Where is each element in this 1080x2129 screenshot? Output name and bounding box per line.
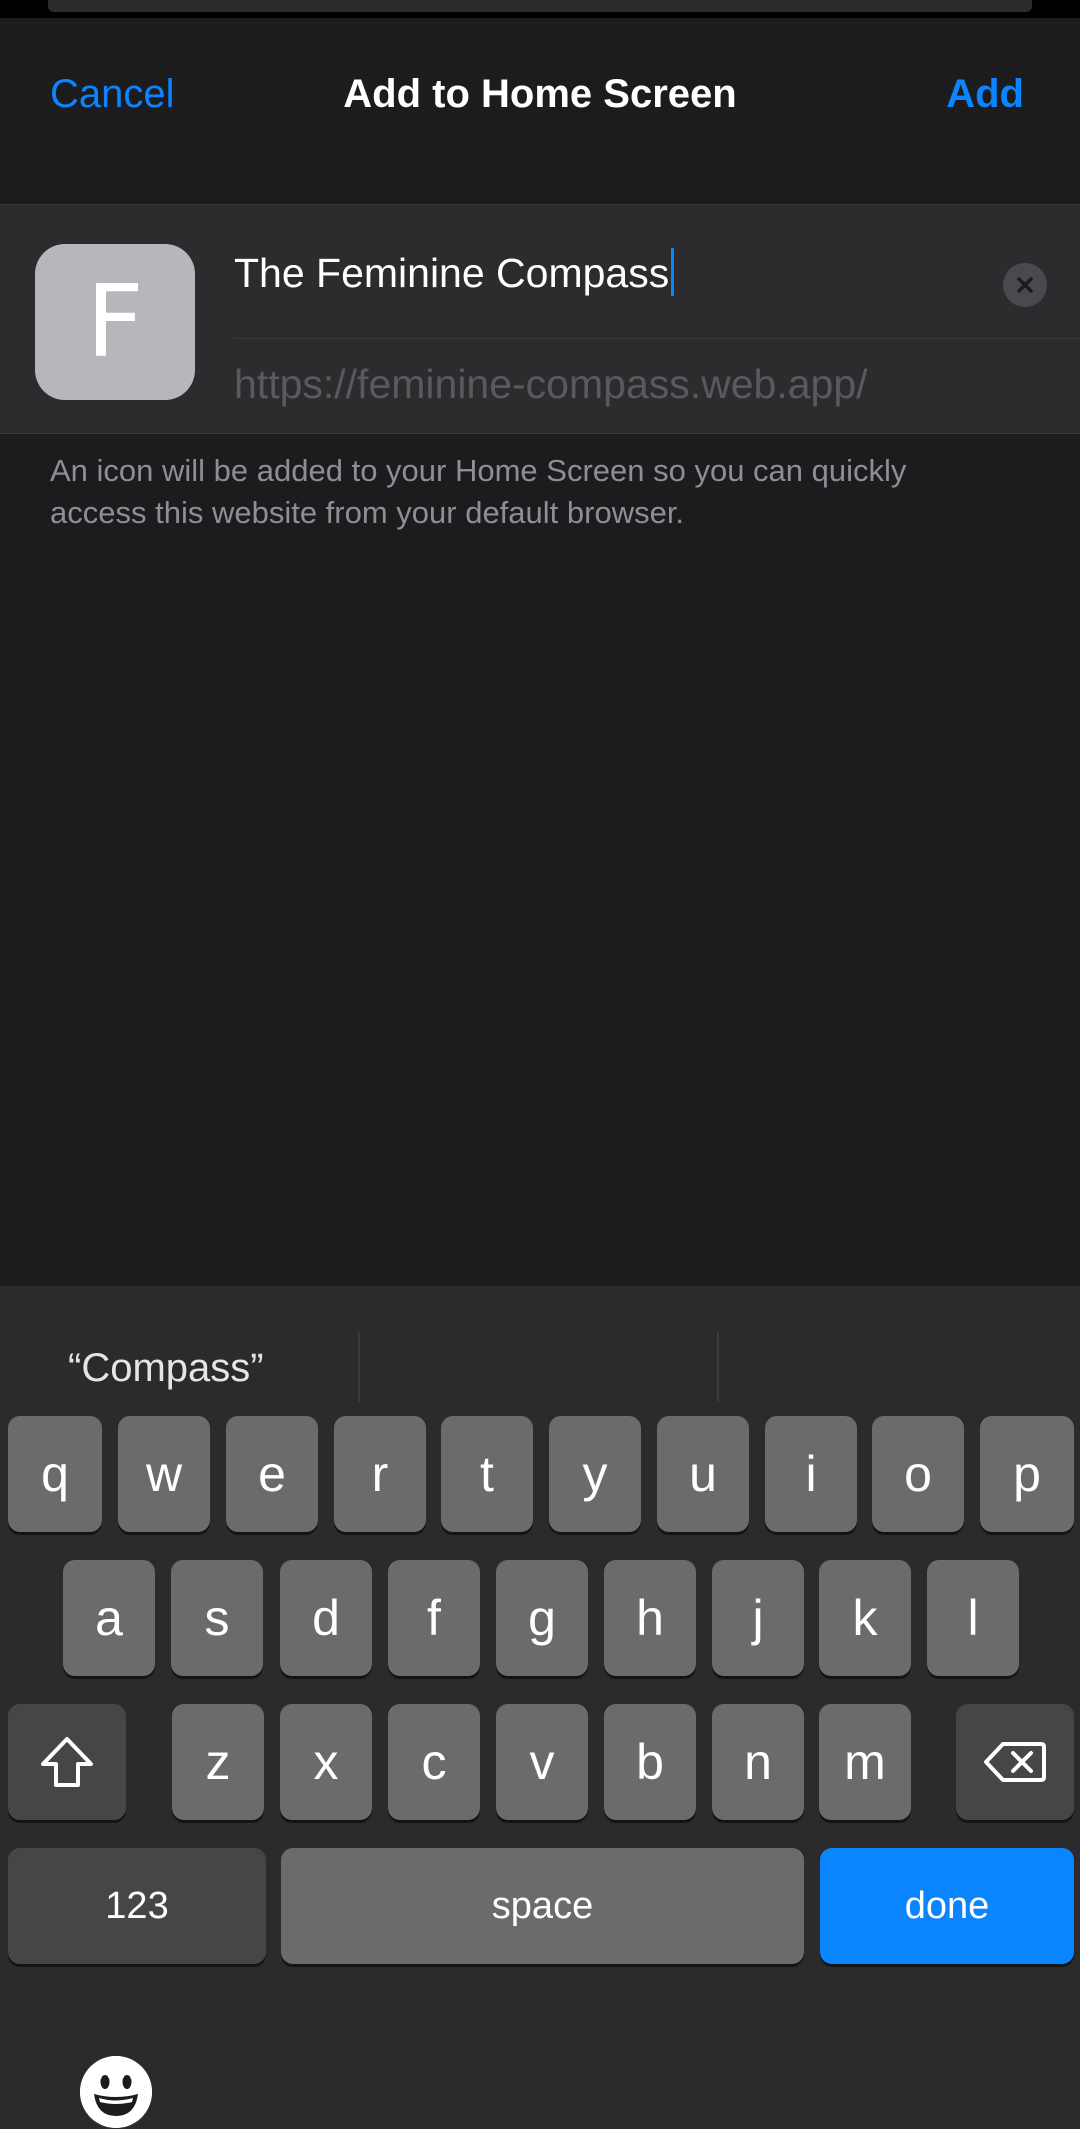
key-u[interactable]: u bbox=[657, 1416, 749, 1532]
key-m[interactable]: m bbox=[819, 1704, 911, 1820]
key-b[interactable]: b bbox=[604, 1704, 696, 1820]
suggestion-divider bbox=[717, 1332, 719, 1402]
key-g[interactable]: g bbox=[496, 1560, 588, 1676]
app-icon-preview: F bbox=[35, 244, 195, 400]
key-x[interactable]: x bbox=[280, 1704, 372, 1820]
key-j[interactable]: j bbox=[712, 1560, 804, 1676]
clear-text-button[interactable] bbox=[1003, 263, 1047, 307]
key-v[interactable]: v bbox=[496, 1704, 588, 1820]
add-to-home-screen-sheet: Add to Home Screen Cancel Add F The Femi… bbox=[0, 18, 1080, 2129]
space-key[interactable]: space bbox=[281, 1848, 804, 1964]
backspace-icon bbox=[984, 1742, 1046, 1782]
numbers-key[interactable]: 123 bbox=[8, 1848, 266, 1964]
key-q[interactable]: q bbox=[8, 1416, 102, 1532]
emoji-icon bbox=[80, 2056, 152, 2128]
bookmark-form-group: F The Feminine Compass https://feminine-… bbox=[0, 204, 1080, 434]
name-input[interactable]: The Feminine Compass bbox=[234, 245, 994, 301]
suggestion-divider bbox=[358, 1332, 360, 1402]
screen: Add to Home Screen Cancel Add F The Femi… bbox=[0, 0, 1080, 2129]
key-z[interactable]: z bbox=[172, 1704, 264, 1820]
key-s[interactable]: s bbox=[171, 1560, 263, 1676]
background-window bbox=[0, 0, 1080, 18]
text-cursor bbox=[671, 248, 675, 296]
emoji-button[interactable] bbox=[80, 2056, 152, 2128]
clear-x-icon bbox=[1017, 277, 1033, 293]
key-e[interactable]: e bbox=[226, 1416, 318, 1532]
done-key[interactable]: done bbox=[820, 1848, 1074, 1964]
key-f[interactable]: f bbox=[388, 1560, 480, 1676]
shift-icon bbox=[41, 1737, 93, 1787]
key-i[interactable]: i bbox=[765, 1416, 857, 1532]
footer-note: An icon will be added to your Home Scree… bbox=[50, 453, 907, 530]
key-h[interactable]: h bbox=[604, 1560, 696, 1676]
key-p[interactable]: p bbox=[980, 1416, 1074, 1532]
field-divider bbox=[234, 338, 1080, 339]
name-input-value: The Feminine Compass bbox=[234, 250, 670, 296]
key-y[interactable]: y bbox=[549, 1416, 641, 1532]
key-l[interactable]: l bbox=[927, 1560, 1019, 1676]
key-o[interactable]: o bbox=[872, 1416, 964, 1532]
key-t[interactable]: t bbox=[441, 1416, 533, 1532]
key-r[interactable]: r bbox=[334, 1416, 426, 1532]
key-w[interactable]: w bbox=[118, 1416, 210, 1532]
cancel-button[interactable]: Cancel bbox=[50, 66, 175, 122]
suggestion-1[interactable]: “Compass” bbox=[68, 1340, 264, 1396]
background-window-edge bbox=[48, 0, 1032, 12]
key-n[interactable]: n bbox=[712, 1704, 804, 1820]
app-icon-letter: F bbox=[86, 263, 144, 380]
key-a[interactable]: a bbox=[63, 1560, 155, 1676]
url-field: https://feminine-compass.web.app/ bbox=[234, 361, 868, 407]
add-button[interactable]: Add bbox=[946, 66, 1024, 122]
key-k[interactable]: k bbox=[819, 1560, 911, 1676]
key-c[interactable]: c bbox=[388, 1704, 480, 1820]
keyboard: “Compass” q w e r t y u i o p a s d f g … bbox=[0, 1286, 1080, 2129]
backspace-key[interactable] bbox=[956, 1704, 1074, 1820]
shift-key[interactable] bbox=[8, 1704, 126, 1820]
key-d[interactable]: d bbox=[280, 1560, 372, 1676]
